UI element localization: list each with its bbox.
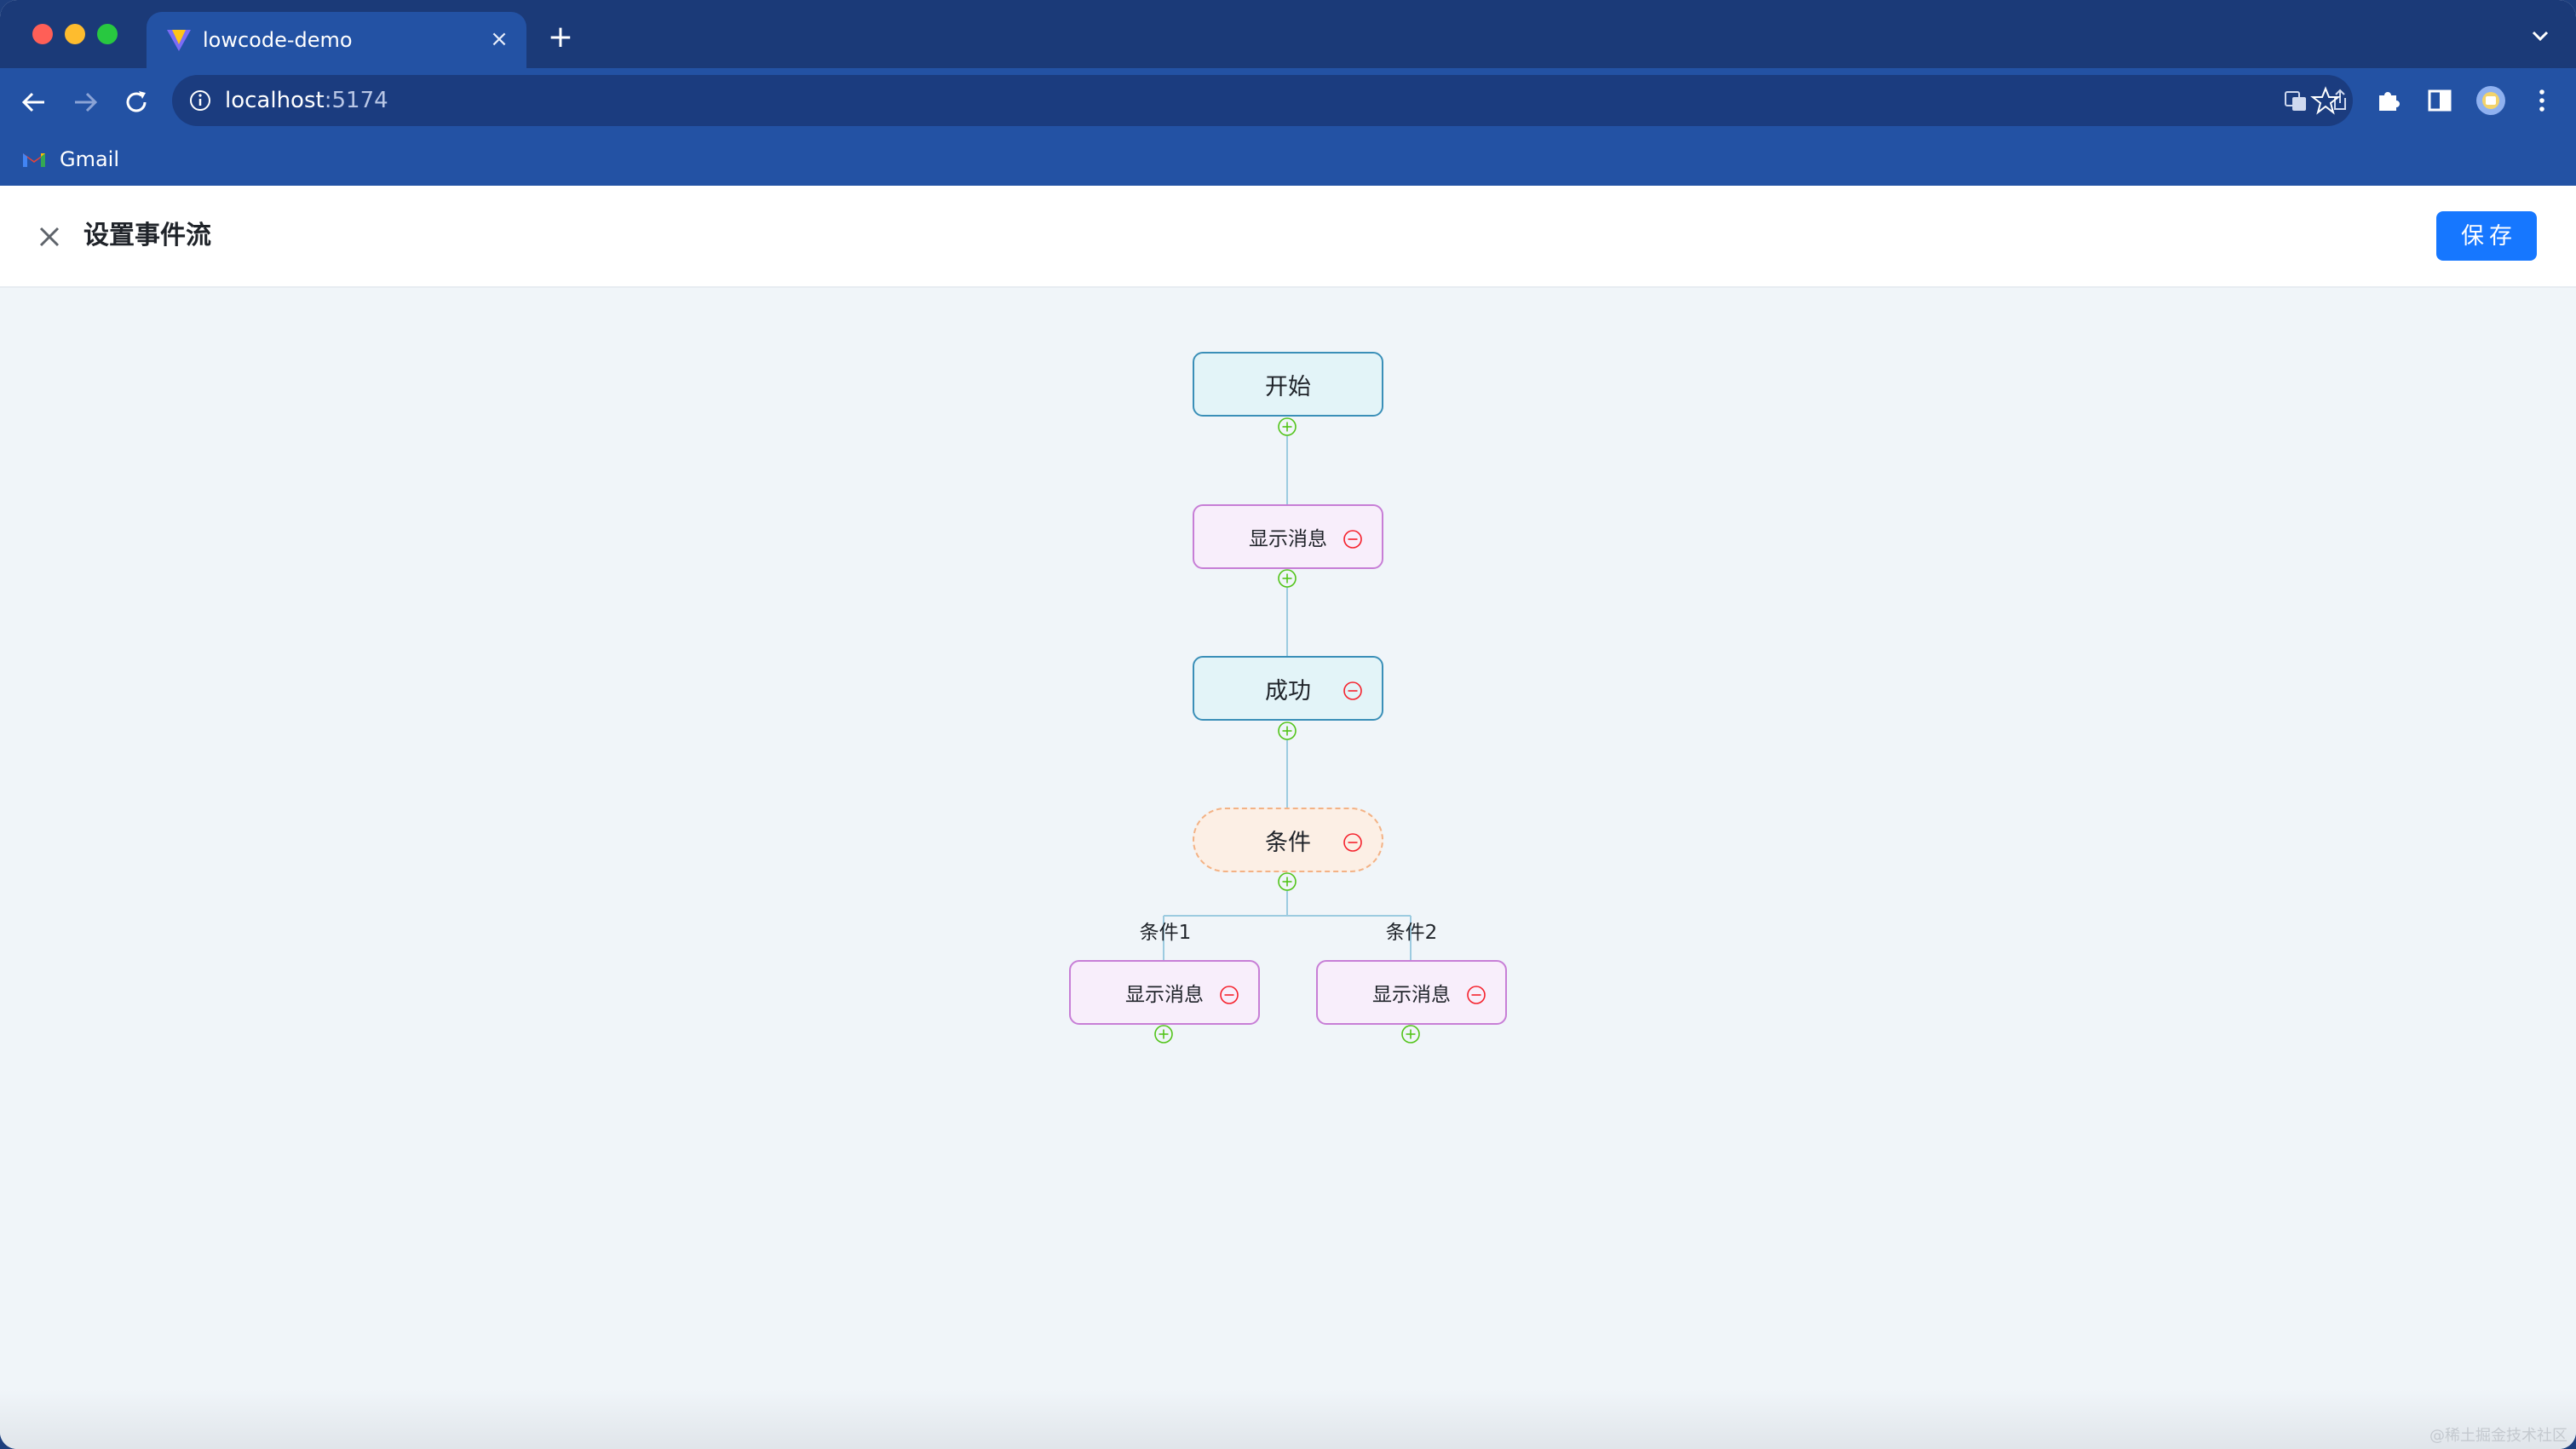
side-panel-icon[interactable] bbox=[2423, 83, 2457, 118]
info-icon[interactable] bbox=[187, 88, 213, 113]
flow-node-branch-2-show-message[interactable]: 显示消息 bbox=[1316, 960, 1507, 1025]
translate-icon[interactable] bbox=[2281, 86, 2310, 115]
branch-label-2: 条件2 bbox=[1385, 922, 1438, 944]
event-flow-editor: 设置事件流 保存 开始 显示消息 成功 条件 条件1 条件2 显示消息 显示消息… bbox=[0, 186, 2576, 1449]
browser-toolbar: localhost:5174 bbox=[0, 68, 2576, 133]
bottom-shadow bbox=[0, 1389, 2576, 1449]
forward-arrow-icon[interactable] bbox=[66, 83, 104, 121]
close-window-button[interactable] bbox=[32, 24, 53, 44]
minus-circle-icon[interactable] bbox=[1343, 832, 1363, 853]
plus-circle-icon[interactable] bbox=[1277, 417, 1297, 437]
flow-node-start[interactable]: 开始 bbox=[1193, 352, 1383, 417]
plus-circle-icon[interactable] bbox=[1277, 721, 1297, 741]
reload-icon[interactable] bbox=[118, 83, 155, 121]
watermark: @稀土掘金技术社区 bbox=[2429, 1427, 2567, 1445]
gmail-icon bbox=[23, 153, 45, 167]
chevron-down-icon[interactable] bbox=[2525, 20, 2556, 51]
bookmark-gmail-label: Gmail bbox=[60, 147, 120, 171]
node-label: 显示消息 bbox=[1125, 984, 1204, 1006]
flow-canvas: 开始 显示消息 成功 条件 条件1 条件2 显示消息 显示消息 @稀土掘金技术社… bbox=[0, 288, 2576, 1449]
minimize-window-button[interactable] bbox=[65, 24, 85, 44]
tab-close-icon[interactable]: × bbox=[484, 24, 515, 55]
minus-circle-icon[interactable] bbox=[1466, 985, 1486, 1005]
flow-node-condition[interactable]: 条件 bbox=[1193, 808, 1383, 872]
plus-circle-icon[interactable] bbox=[1277, 871, 1297, 892]
profile-avatar-icon[interactable] bbox=[2474, 83, 2508, 118]
new-tab-button[interactable]: + bbox=[542, 19, 579, 56]
node-label: 显示消息 bbox=[1249, 528, 1327, 550]
flow-node-success[interactable]: 成功 bbox=[1193, 656, 1383, 721]
node-label: 条件 bbox=[1265, 829, 1311, 856]
browser-window: lowcode-demo × + localhost:5174 Gmail 设置… bbox=[0, 0, 2576, 1449]
save-button[interactable]: 保存 bbox=[2436, 211, 2537, 261]
minus-circle-icon[interactable] bbox=[1343, 529, 1363, 549]
back-arrow-icon[interactable] bbox=[15, 83, 53, 121]
editor-header: 设置事件流 保存 bbox=[0, 186, 2576, 288]
node-label: 显示消息 bbox=[1372, 984, 1451, 1006]
page-title: 设置事件流 bbox=[83, 221, 211, 250]
plus-circle-icon[interactable] bbox=[1153, 1024, 1174, 1044]
bookmark-star-icon[interactable] bbox=[2309, 83, 2343, 118]
node-label: 开始 bbox=[1265, 373, 1311, 400]
more-menu-icon[interactable] bbox=[2525, 83, 2559, 118]
tab-lowcode-demo[interactable]: lowcode-demo × bbox=[147, 12, 526, 68]
flow-node-branch-1-show-message[interactable]: 显示消息 bbox=[1069, 960, 1260, 1025]
tab-strip: lowcode-demo × + bbox=[0, 0, 2576, 68]
plus-circle-icon[interactable] bbox=[1277, 568, 1297, 589]
close-icon[interactable] bbox=[34, 221, 65, 252]
url-text: localhost:5174 bbox=[225, 88, 388, 113]
flow-node-show-message[interactable]: 显示消息 bbox=[1193, 504, 1383, 569]
tab-title: lowcode-demo bbox=[203, 28, 353, 52]
extensions-puzzle-icon[interactable] bbox=[2372, 83, 2406, 118]
vite-favicon-icon bbox=[167, 30, 191, 51]
maximize-window-button[interactable] bbox=[97, 24, 118, 44]
bookmarks-bar: Gmail bbox=[0, 133, 2576, 186]
plus-circle-icon[interactable] bbox=[1400, 1024, 1421, 1044]
address-bar[interactable]: localhost:5174 bbox=[172, 75, 2353, 126]
minus-circle-icon[interactable] bbox=[1219, 985, 1239, 1005]
branch-label-1: 条件1 bbox=[1139, 922, 1192, 944]
node-label: 成功 bbox=[1265, 677, 1311, 704]
minus-circle-icon[interactable] bbox=[1343, 681, 1363, 701]
